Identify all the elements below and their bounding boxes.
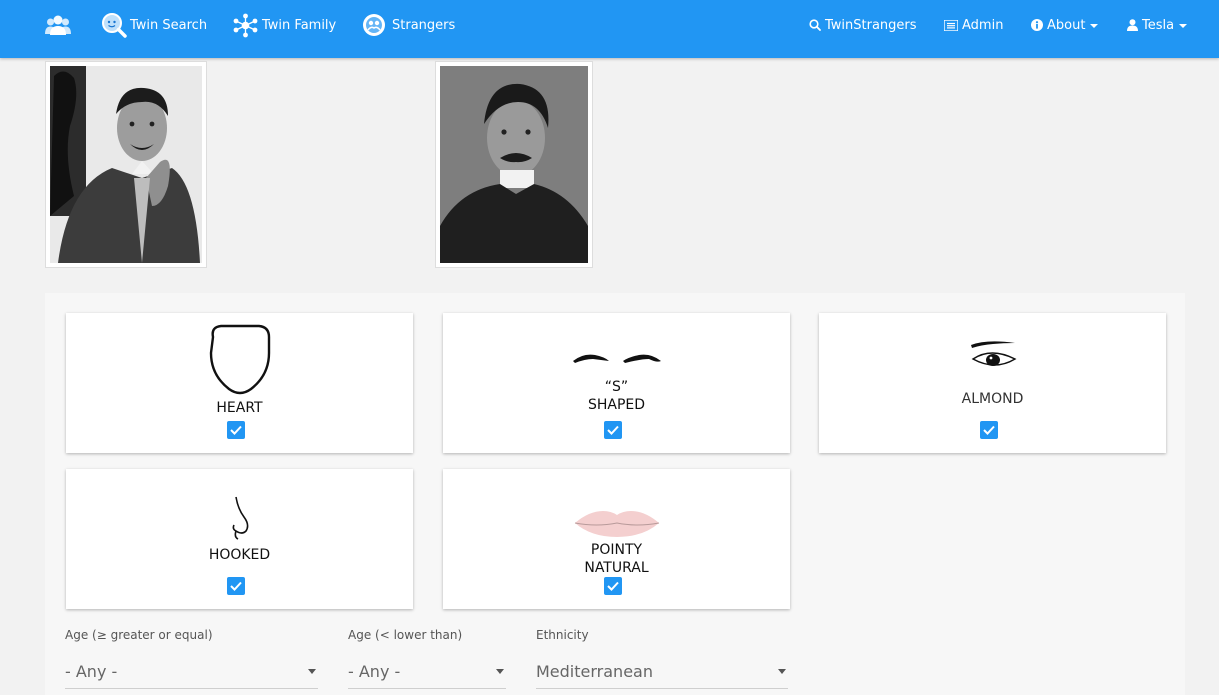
feature-card-eyes[interactable]: ALMOND [819, 313, 1166, 453]
nav-about-dropdown[interactable]: About [1031, 0, 1099, 50]
nav-twin-search[interactable]: Twin Search [101, 0, 207, 50]
feature-label: SHAPED [587, 397, 646, 413]
feature-card-lips[interactable]: POINTY NATURAL [443, 469, 790, 609]
chevron-down-icon [1090, 24, 1099, 28]
check-icon [983, 425, 995, 435]
profile-photo-1[interactable] [45, 61, 207, 268]
list-icon [944, 19, 958, 31]
user-icon [1127, 19, 1138, 31]
feature-checkbox[interactable] [227, 421, 245, 439]
nav-user-label: Tesla [1142, 17, 1175, 33]
info-icon [1031, 19, 1043, 31]
feature-label: POINTY [590, 542, 643, 558]
feature-checkbox[interactable] [980, 421, 998, 439]
top-navbar: Twin Search Twin Family Strangers TwinSt… [0, 0, 1219, 58]
nav-twin-family[interactable]: Twin Family [233, 0, 336, 50]
s-shaped-eyebrows-icon [572, 354, 661, 363]
heart-face-shape-icon [209, 324, 270, 395]
age-max-value: - Any - [348, 662, 401, 681]
feature-label: HOOKED [208, 547, 271, 563]
feature-card-nose[interactable]: HOOKED [66, 469, 413, 609]
feature-checkbox[interactable] [604, 577, 622, 595]
ethnicity-select[interactable]: Mediterranean [536, 655, 788, 689]
magnifier-face-icon [102, 13, 127, 38]
profile-photo-2[interactable] [435, 61, 593, 268]
check-icon [607, 581, 619, 591]
ethnicity-value: Mediterranean [536, 662, 653, 681]
nav-strangers-label: Strangers [392, 17, 456, 33]
nav-user-dropdown[interactable]: Tesla [1127, 0, 1188, 50]
chevron-down-icon [778, 669, 786, 674]
chevron-down-icon [1179, 24, 1188, 28]
feature-card-eyebrows[interactable]: “S” SHAPED [443, 313, 790, 453]
portrait-image [440, 66, 588, 263]
nav-twinstrangers[interactable]: TwinStrangers [809, 0, 917, 50]
check-icon [607, 425, 619, 435]
hooked-nose-icon [232, 496, 248, 540]
chevron-down-icon [308, 669, 316, 674]
feature-label: ALMOND [961, 391, 1024, 407]
search-icon [809, 19, 821, 31]
faces-circle-icon [363, 14, 385, 36]
check-icon [230, 425, 242, 435]
age-min-value: - Any - [65, 662, 118, 681]
age-max-label: Age (< lower than) [348, 628, 463, 642]
nav-admin-label: Admin [962, 17, 1004, 33]
feature-card-face-shape[interactable]: HEART [66, 313, 413, 453]
home-users-icon[interactable] [45, 0, 71, 50]
nav-twin-family-label: Twin Family [262, 17, 337, 33]
age-min-select[interactable]: - Any - [65, 655, 318, 689]
feature-checkbox[interactable] [604, 421, 622, 439]
feature-label: “S” [604, 379, 629, 395]
pointy-natural-lips-icon [574, 511, 659, 537]
nav-about-label: About [1047, 17, 1086, 33]
feature-checkbox[interactable] [227, 577, 245, 595]
nav-twin-search-label: Twin Search [130, 17, 208, 33]
chevron-down-icon [496, 669, 504, 674]
check-icon [230, 581, 242, 591]
network-icon [233, 13, 258, 37]
feature-label: HEART [216, 400, 263, 416]
age-min-label: Age (≥ greater or equal) [65, 628, 213, 642]
age-max-select[interactable]: - Any - [348, 655, 506, 689]
nav-twinstrangers-label: TwinStrangers [825, 17, 917, 33]
portrait-image [50, 66, 202, 263]
feature-label: NATURAL [584, 560, 649, 576]
almond-eye-icon [970, 341, 1016, 366]
nav-admin[interactable]: Admin [944, 0, 1003, 50]
ethnicity-label: Ethnicity [536, 628, 589, 642]
nav-strangers[interactable]: Strangers [362, 0, 455, 50]
users-icon [45, 15, 71, 35]
